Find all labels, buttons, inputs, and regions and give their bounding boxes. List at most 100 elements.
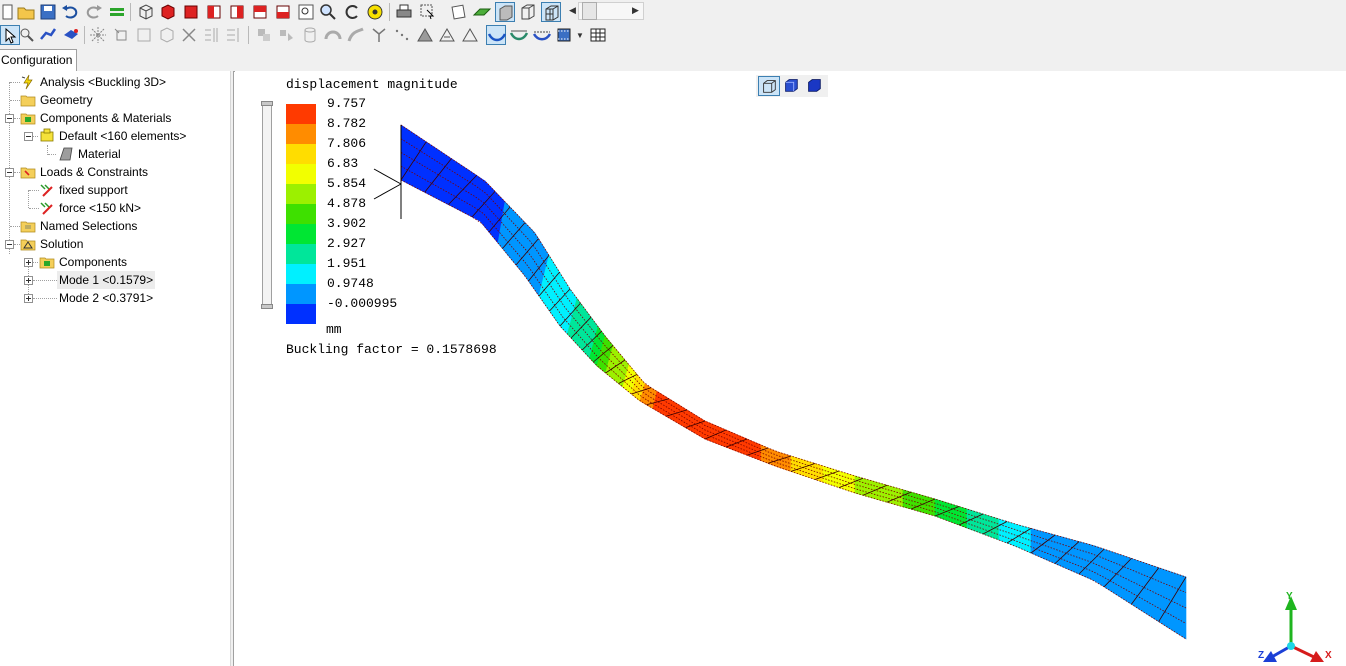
view-top-icon[interactable]	[273, 2, 293, 22]
solid-cube-icon[interactable]	[158, 2, 178, 22]
tree-item-components-materials[interactable]: Components & Materials	[0, 109, 230, 127]
legend-swatch	[286, 264, 316, 284]
view-back-icon[interactable]	[204, 2, 224, 22]
triangle-outline-icon[interactable]	[460, 25, 480, 45]
measure-icon[interactable]	[38, 25, 58, 45]
pick-icon[interactable]	[17, 25, 37, 45]
table-icon[interactable]	[588, 25, 608, 45]
legend-swatch	[286, 124, 316, 144]
fit-icon[interactable]	[365, 2, 385, 22]
legend-slider-top-handle[interactable]	[261, 101, 273, 106]
dropdown-arrow-icon[interactable]: ▼	[576, 31, 584, 40]
copy-icon[interactable]	[449, 2, 469, 22]
dots-icon[interactable]	[392, 25, 412, 45]
probe-icon[interactable]	[61, 25, 81, 45]
wireframe-icon[interactable]	[518, 2, 538, 22]
mesh-line	[400, 138, 1187, 593]
view-left-icon[interactable]	[227, 2, 247, 22]
named-selections-icon	[20, 218, 36, 234]
box-icon[interactable]	[134, 25, 154, 45]
tree-item-loads-constraints[interactable]: Loads & Constraints	[0, 163, 230, 181]
legend-swatch	[286, 144, 316, 164]
deformed-shape-icon[interactable]	[486, 25, 507, 45]
mesh-strip	[870, 480, 888, 503]
legend-range-slider[interactable]	[261, 101, 273, 309]
wireframe-cube-icon[interactable]	[136, 2, 156, 22]
axis-x-label: X	[1325, 650, 1332, 661]
print-icon[interactable]	[394, 2, 414, 22]
legend-swatch	[286, 104, 316, 124]
legend-value: 7.806	[327, 136, 367, 151]
triangle-icon[interactable]	[437, 25, 457, 45]
legend-value: 0.9748	[327, 276, 374, 291]
split-icon[interactable]	[202, 25, 222, 45]
coordinate-triad: Y X Z	[1258, 591, 1332, 662]
select-mode-icon[interactable]	[418, 2, 438, 22]
legend-value: 2.927	[327, 236, 367, 251]
mesh-strip	[1030, 528, 1048, 561]
legend-value: 5.854	[327, 176, 367, 191]
tree-item-analysis[interactable]: Analysis <Buckling 3D>	[0, 73, 230, 91]
equals-icon[interactable]	[107, 2, 127, 22]
secondary-toolbar: ▼	[0, 23, 1346, 50]
node-icon[interactable]	[111, 25, 131, 45]
contour-icon[interactable]	[415, 25, 435, 45]
tree-item-geometry[interactable]: Geometry	[0, 91, 230, 109]
torus-icon[interactable]	[323, 25, 343, 45]
overlay-icon[interactable]	[532, 25, 552, 45]
undeformed-icon[interactable]	[509, 25, 529, 45]
tree-item-solution[interactable]: Solution	[0, 235, 230, 253]
shaded-icon[interactable]	[495, 2, 515, 22]
tree-item-force[interactable]: force <150 kN>	[0, 199, 230, 217]
redo-icon[interactable]	[84, 2, 104, 22]
panel-splitter[interactable]	[230, 71, 234, 666]
legend-value: 3.902	[327, 216, 367, 231]
view-shaded-icon[interactable]	[804, 76, 826, 96]
plane-icon[interactable]	[472, 2, 492, 22]
save-icon[interactable]	[38, 2, 58, 22]
ungroup-icon[interactable]	[277, 25, 297, 45]
view-front-icon[interactable]	[181, 2, 201, 22]
mesh-strip	[1078, 541, 1096, 582]
results-viewport[interactable]: displacement magnitude 9.757 8.782 7.806 6.…	[235, 71, 1346, 666]
view-outline-icon[interactable]	[758, 76, 780, 96]
deformed-mesh	[373, 124, 1187, 640]
tree-item-fixed-support[interactable]: fixed support	[0, 181, 230, 199]
mesh-icon[interactable]	[157, 25, 177, 45]
legend-swatch	[286, 184, 316, 204]
hidden-line-icon[interactable]	[541, 2, 561, 22]
scroll-left-icon[interactable]: ◀	[569, 5, 576, 16]
legend-swatch	[286, 164, 316, 184]
sweep-icon[interactable]	[346, 25, 366, 45]
align-icon[interactable]	[224, 25, 244, 45]
mesh-strip	[1014, 523, 1032, 554]
mesh-strip	[432, 146, 452, 206]
view-right-icon[interactable]	[250, 2, 270, 22]
tab-configuration[interactable]: Configuration	[0, 49, 78, 71]
toolbar-scroll-thumb[interactable]	[582, 2, 597, 20]
tree-item-mode1[interactable]: Mode 1 <0.1579>	[0, 271, 230, 289]
mesh-strip	[400, 124, 419, 189]
open-folder-icon[interactable]	[16, 2, 36, 22]
zoom-icon[interactable]	[318, 2, 338, 22]
legend-slider-bottom-handle[interactable]	[261, 304, 273, 309]
undo-icon[interactable]	[60, 2, 80, 22]
explode-icon[interactable]	[88, 25, 108, 45]
zoom-box-icon[interactable]	[296, 2, 316, 22]
solution-folder-icon	[20, 236, 36, 252]
tree-item-named-selections[interactable]: Named Selections	[0, 217, 230, 235]
tree-item-default-component[interactable]: Default <160 elements>	[0, 127, 230, 145]
rotate-icon[interactable]	[342, 2, 362, 22]
animate-icon[interactable]	[555, 25, 575, 45]
tree-icon[interactable]	[369, 25, 389, 45]
view-solid-icon[interactable]	[781, 76, 803, 96]
delete-icon[interactable]	[179, 25, 199, 45]
tree-item-mode2[interactable]: Mode 2 <0.3791>	[0, 289, 230, 307]
scroll-right-icon[interactable]: ▶	[632, 5, 639, 16]
tree-item-components[interactable]: Components	[0, 253, 230, 271]
group-icon[interactable]	[254, 25, 274, 45]
mesh-strip	[1094, 545, 1114, 594]
legend-swatch	[286, 304, 316, 324]
tree-item-material[interactable]: Material	[0, 145, 230, 163]
cylinder-icon[interactable]	[300, 25, 320, 45]
